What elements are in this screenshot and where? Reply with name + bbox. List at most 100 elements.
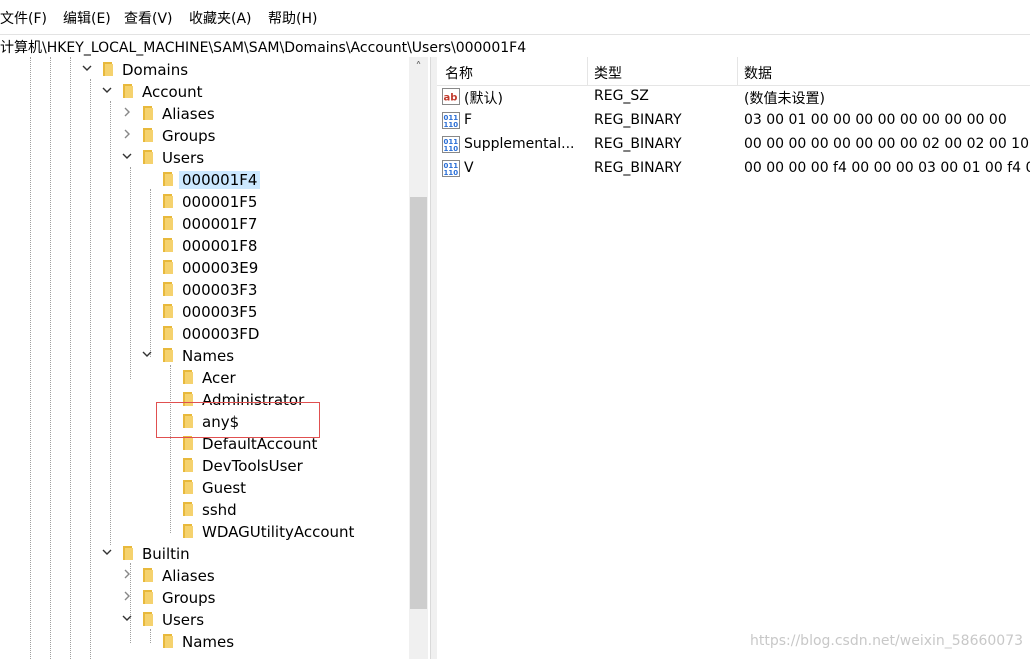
value-type: REG_BINARY xyxy=(594,112,682,128)
tree-guide-line xyxy=(130,167,131,379)
value-row[interactable]: ab (默认) REG_SZ (数值未设置) xyxy=(437,85,1030,109)
tree-scrollbar[interactable]: ˄ xyxy=(409,57,428,659)
svg-text:110: 110 xyxy=(444,145,459,153)
tree-node-label: Users xyxy=(162,149,205,167)
tree-node[interactable]: Users xyxy=(122,147,442,169)
tree-node-label: Aliases xyxy=(162,567,215,585)
value-type: REG_BINARY xyxy=(594,160,682,176)
tree-node-label: Builtin xyxy=(142,545,190,563)
folder-icon xyxy=(143,568,153,582)
value-name: (默认) xyxy=(464,91,503,107)
value-data: (数值未设置) xyxy=(744,91,825,107)
folder-icon xyxy=(183,458,193,472)
address-bar[interactable]: 计算机\HKEY_LOCAL_MACHINE\SAM\SAM\Domains\A… xyxy=(0,34,1030,58)
folder-icon xyxy=(143,612,153,626)
tree-node[interactable]: Users xyxy=(122,609,442,631)
chevron-down-icon[interactable] xyxy=(121,612,133,624)
chevron-down-icon[interactable] xyxy=(101,84,113,96)
tree-node[interactable]: Account xyxy=(102,81,422,103)
chevron-down-icon[interactable] xyxy=(101,546,113,558)
folder-icon xyxy=(163,216,173,230)
folder-icon xyxy=(183,502,193,516)
folder-icon xyxy=(163,282,173,296)
tree-node-label: Groups xyxy=(162,589,216,607)
value-data: 00 00 00 00 f4 00 00 00 03 00 01 00 f4 0 xyxy=(744,160,1030,176)
tree-guide-line xyxy=(110,101,111,545)
tree-node-label: DevToolsUser xyxy=(202,457,303,475)
tree-node[interactable]: Groups xyxy=(124,125,442,147)
tree-guide-line xyxy=(150,189,151,357)
tree-node-label: 000001F7 xyxy=(182,215,258,233)
folder-icon xyxy=(123,546,133,560)
menu-favorites[interactable]: 收藏夹(A) xyxy=(189,8,252,28)
tree-guide-line xyxy=(30,57,31,659)
chevron-down-icon[interactable] xyxy=(141,348,153,360)
tree-node[interactable]: Aliases xyxy=(124,103,442,125)
column-header-type[interactable]: 类型 xyxy=(594,63,622,83)
value-data: 00 00 00 00 00 00 00 00 02 00 02 00 10 xyxy=(744,136,1029,152)
folder-icon xyxy=(183,524,193,538)
menu-view[interactable]: 查看(V) xyxy=(124,8,173,28)
value-row[interactable]: 011 110 F REG_BINARY 03 00 01 00 00 00 00 00… xyxy=(437,109,1030,133)
tree-node-label: Acer xyxy=(202,369,236,387)
tree-node-label: 000003FD xyxy=(182,325,260,343)
folder-icon xyxy=(163,348,173,362)
tree-node-label: 000003F3 xyxy=(182,281,258,299)
folder-icon xyxy=(163,172,173,186)
folder-icon xyxy=(163,326,173,340)
svg-text:110: 110 xyxy=(444,169,459,177)
tree-guide-line xyxy=(90,79,91,659)
svg-text:110: 110 xyxy=(444,121,459,129)
binary-value-icon: 011110 xyxy=(442,160,460,177)
chevron-right-icon[interactable] xyxy=(121,106,133,118)
column-separator[interactable] xyxy=(587,57,588,85)
tree-node-label: Aliases xyxy=(162,105,215,123)
value-name: F xyxy=(464,112,473,128)
tree-node-label: 000003E9 xyxy=(182,259,259,277)
menu-bar: 文件(F) 编辑(E) 查看(V) 收藏夹(A) 帮助(H) xyxy=(0,0,1030,34)
tree-node[interactable]: Builtin xyxy=(102,543,422,565)
tree-node-label: Names xyxy=(182,633,235,651)
tree-node[interactable]: Domains xyxy=(82,59,402,81)
svg-text:ab: ab xyxy=(444,93,458,104)
menu-file[interactable]: 文件(F) xyxy=(0,8,47,28)
watermark: https://blog.csdn.net/weixin_58660073 xyxy=(750,633,1024,649)
column-separator[interactable] xyxy=(737,57,738,85)
chevron-right-icon[interactable] xyxy=(121,568,133,580)
tree-guide-line xyxy=(50,57,51,659)
annotation-box xyxy=(156,402,320,438)
value-row[interactable]: 011 110 Supplemental... REG_BINARY 00 00 00 … xyxy=(437,133,1030,157)
chevron-right-icon[interactable] xyxy=(121,128,133,140)
value-row[interactable]: 011 110 V REG_BINARY 00 00 00 00 f4 00 00 00… xyxy=(437,157,1030,181)
chevron-right-icon[interactable] xyxy=(121,590,133,602)
list-header: 名称 类型 数据 xyxy=(437,57,1030,86)
value-name: V xyxy=(464,160,474,176)
folder-icon xyxy=(163,634,173,648)
folder-icon xyxy=(123,84,133,98)
menu-help[interactable]: 帮助(H) xyxy=(268,8,317,28)
folder-icon xyxy=(163,194,173,208)
tree-node-label: 000003F5 xyxy=(182,303,258,321)
scroll-up-arrow-icon[interactable]: ˄ xyxy=(409,57,428,77)
tree-node-label: WDAGUtilityAccount xyxy=(202,523,355,541)
folder-icon xyxy=(163,238,173,252)
chevron-down-icon[interactable] xyxy=(121,150,133,162)
address-path[interactable]: 计算机\HKEY_LOCAL_MACHINE\SAM\SAM\Domains\A… xyxy=(0,37,526,57)
tree-node-label: Guest xyxy=(202,479,247,497)
chevron-down-icon[interactable] xyxy=(81,62,93,74)
folder-icon xyxy=(143,128,153,142)
tree-guide-line xyxy=(150,629,151,643)
pane-splitter[interactable] xyxy=(430,57,437,659)
folder-icon xyxy=(143,590,153,604)
tree-node-label: Users xyxy=(162,611,205,629)
tree-node[interactable]: Aliases xyxy=(124,565,442,587)
folder-icon xyxy=(183,480,193,494)
column-header-data[interactable]: 数据 xyxy=(744,63,772,83)
menu-edit[interactable]: 编辑(E) xyxy=(63,8,111,28)
tree-node[interactable]: Groups xyxy=(124,587,442,609)
scrollbar-thumb[interactable] xyxy=(410,197,427,609)
tree-node-label: 000001F4 xyxy=(179,171,261,189)
string-value-icon: ab xyxy=(442,88,460,105)
column-header-name[interactable]: 名称 xyxy=(445,63,473,83)
value-data: 03 00 01 00 00 00 00 00 00 00 00 00 xyxy=(744,112,1007,128)
